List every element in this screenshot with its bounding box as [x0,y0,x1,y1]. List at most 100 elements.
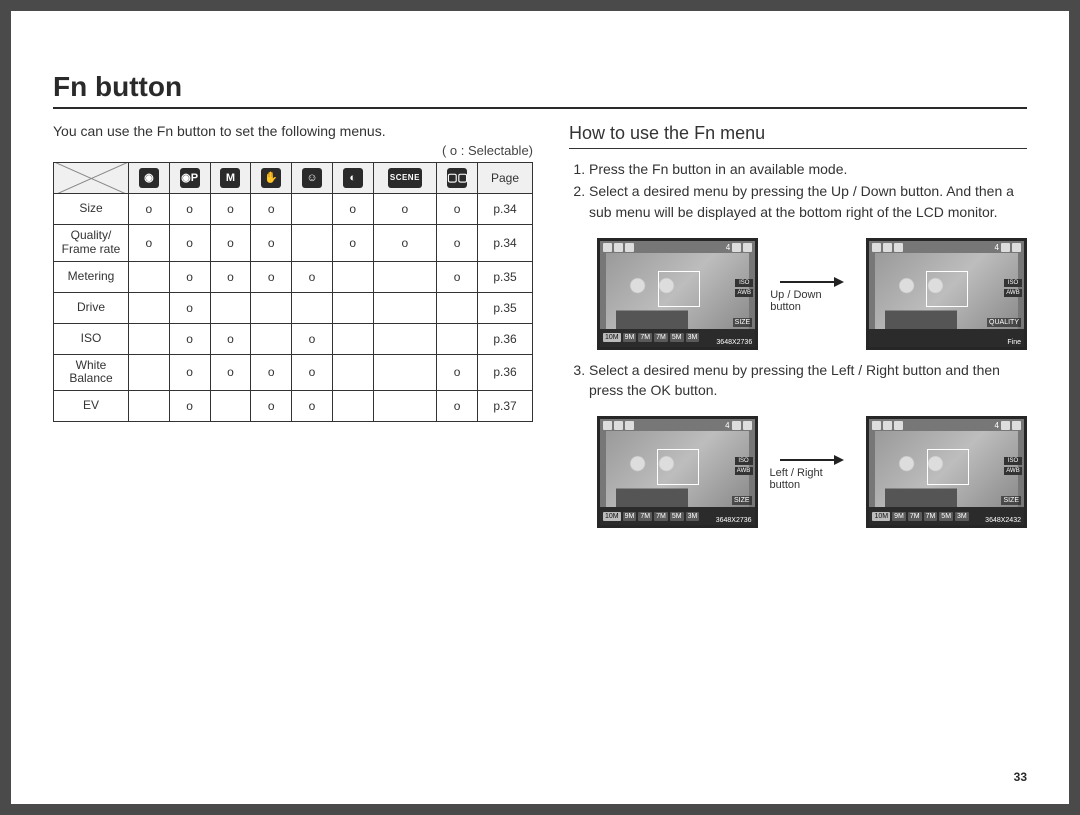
table-cell: o [169,225,210,262]
menu-side-label: SIZE [1001,496,1021,505]
page-number: 33 [1014,770,1027,784]
badge: AWB [735,467,753,475]
size-chip: 9M [623,333,637,342]
table-cell: o [437,354,478,391]
table-cell [251,323,292,354]
row-label: EV [54,391,129,422]
size-chip: 10M [603,333,621,342]
arrow-leftright: Left / Right button [770,453,855,491]
arrow-label-1: Up / Down button [770,289,854,313]
status-icon [732,243,741,252]
shots-remaining: 4 [995,243,999,252]
resolution-label: 3648X2736 [716,339,752,346]
menu-side-label: SIZE [733,318,753,327]
table-cell: o [292,391,333,422]
size-chip: 10M [872,512,890,521]
table-cell: o [437,261,478,292]
table-cell: o [169,354,210,391]
arrow-updown: Up / Down button [770,275,854,313]
table-cell [373,323,437,354]
camera-p-icon: ◉P [180,168,200,188]
table-cell: o [437,391,478,422]
screenshot-row-2: 4ISOAWBSIZE10M9M7M7M5M3M3648X2736 Left /… [597,416,1027,528]
badge: ISO [735,457,753,465]
lcd-preview-before-1: 4ISOAWBSIZE10M9M7M7M5M3M3648X2736 [597,238,758,350]
focus-box [658,271,700,307]
table-cell: o [332,194,373,225]
table-row: EVoooop.37 [54,391,533,422]
row-label: Drive [54,292,129,323]
table-row: Meteringooooop.35 [54,261,533,292]
table-cell: o [210,194,251,225]
status-icon [1001,421,1010,430]
status-icon [743,421,752,430]
step-3: Select a desired menu by pressing the Le… [589,360,1027,401]
table-cell [251,292,292,323]
badge: AWB [735,289,753,297]
two-column-layout: You can use the Fn button to set the fol… [53,123,1027,538]
table-row: ISOooop.36 [54,323,533,354]
resolution-label: 3648X2432 [985,517,1021,524]
focus-box [657,449,699,485]
size-chip: 7M [654,512,668,521]
status-icon [1012,421,1021,430]
mode-scene-header: SCENE [373,163,437,194]
table-cell: o [437,194,478,225]
lcd-top-row: 4 [603,243,752,252]
table-cell: o [169,323,210,354]
table-cell [292,292,333,323]
steps-list-cont: Select a desired menu by pressing the Le… [569,360,1027,401]
mode-dis-header: ✋ [251,163,292,194]
focus-box [927,449,969,485]
size-chip: 7M [924,512,938,521]
left-column: You can use the Fn button to set the fol… [53,123,533,538]
camera-auto-icon: ◉ [139,168,159,188]
size-chip: 5M [939,512,953,521]
table-cell: o [251,354,292,391]
badge: ISO [1004,457,1022,465]
mode-video-header: ▢▢ [437,163,478,194]
size-chip: 5M [670,333,684,342]
table-cell [129,261,170,292]
badge: ISO [735,279,753,287]
table-cell: o [169,391,210,422]
menu-side-label: SIZE [732,496,752,505]
status-icon [894,421,903,430]
size-chip: 9M [623,512,637,521]
badge: ISO [1004,279,1022,287]
page-title: Fn button [53,71,1027,109]
arrow-right-icon [778,453,846,467]
table-cell: o [251,391,292,422]
table-cell: o [292,323,333,354]
intro-text: You can use the Fn button to set the fol… [53,123,533,139]
status-icon [603,421,612,430]
step-1: Press the Fn button in an available mode… [589,159,1027,179]
size-chip: 7M [908,512,922,521]
table-cell: o [332,225,373,262]
video-icon: ▢▢ [447,168,467,188]
mode-auto-header: ◉ [129,163,170,194]
table-cell: o [292,261,333,292]
table-cell: o [373,225,437,262]
table-cell: o [210,261,251,292]
hand-icon: ✋ [261,168,281,188]
legend-text: ( o : Selectable) [53,143,533,158]
table-cell: o [169,194,210,225]
lcd-preview-before-2: 4ISOAWBSIZE10M9M7M7M5M3M3648X2736 [597,416,758,528]
status-icon [1012,243,1021,252]
size-chip: 7M [654,333,668,342]
table-cell [332,391,373,422]
arrow-right-icon [778,275,846,289]
table-cell: o [251,194,292,225]
page-ref-cell: p.35 [478,261,533,292]
table-cell [292,194,333,225]
mode-face-header: ☺ [292,163,333,194]
row-label: White Balance [54,354,129,391]
table-cell: o [251,225,292,262]
size-chip: 5M [670,512,684,521]
table-cell: o [129,194,170,225]
table-cell: o [251,261,292,292]
status-icon [883,421,892,430]
lcd-top-row: 4 [872,243,1021,252]
scene-icon: SCENE [388,168,422,188]
